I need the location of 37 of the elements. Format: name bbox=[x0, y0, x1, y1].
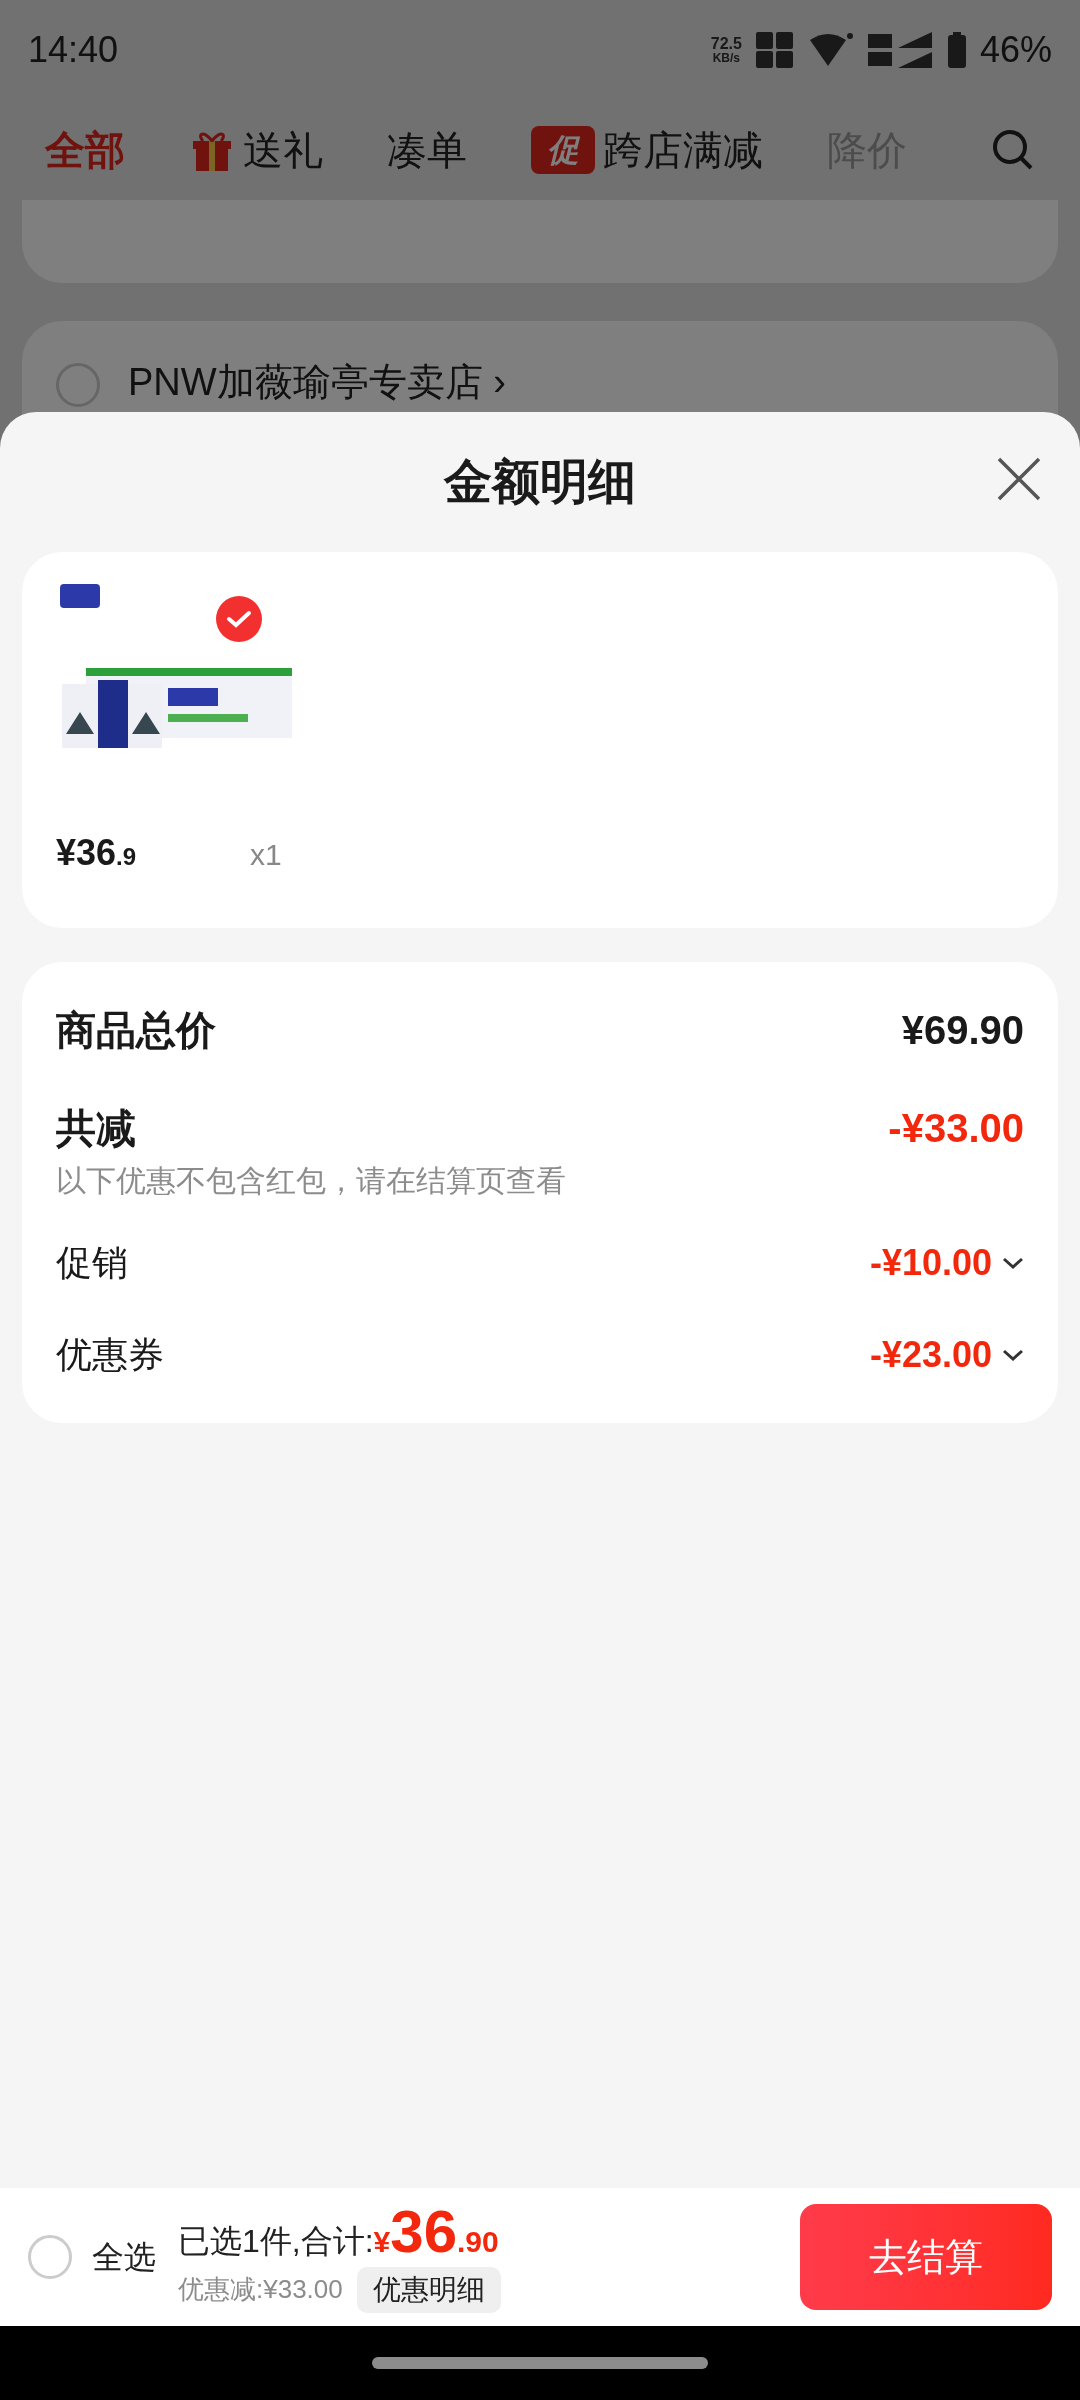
total-label: 商品总价 bbox=[56, 1007, 216, 1054]
battery-level: 46% bbox=[979, 28, 1052, 72]
status-time: 14:40 bbox=[28, 28, 119, 72]
discount-total: 优惠减:¥33.00 bbox=[178, 2273, 343, 2306]
discount-amount: -¥10.00 bbox=[869, 1241, 992, 1285]
chevron-down-icon bbox=[1002, 1348, 1024, 1362]
filter-tab[interactable]: 促 跨店满减 bbox=[531, 120, 763, 180]
filter-tab[interactable]: 全部 bbox=[45, 120, 125, 180]
search-icon[interactable] bbox=[991, 128, 1035, 172]
promo-badge: 促 bbox=[531, 126, 595, 174]
item-price: ¥36.9 bbox=[56, 831, 138, 875]
reduction-amount: -¥33.00 bbox=[888, 1105, 1024, 1152]
checkout-button[interactable]: 去结算 bbox=[800, 2204, 1052, 2310]
selected-summary: 已选1件,合计: bbox=[178, 2221, 374, 2261]
select-checkbox[interactable] bbox=[56, 363, 100, 407]
select-all-checkbox[interactable]: 全选 bbox=[28, 2233, 156, 2281]
reduction-label: 共减 bbox=[56, 1105, 136, 1152]
total-amount: ¥36.90 bbox=[373, 2201, 499, 2264]
hd-icon bbox=[755, 30, 794, 70]
discount-amount: -¥23.00 bbox=[869, 1333, 992, 1377]
filter-tab[interactable]: 凑单 bbox=[387, 120, 467, 180]
store-name[interactable]: PNW加薇瑜亭专卖店 › bbox=[128, 363, 506, 401]
network-speed: 72.5 bbox=[710, 36, 742, 52]
total-price: ¥69.90 bbox=[901, 1007, 1024, 1054]
battery-icon bbox=[947, 32, 966, 68]
discount-row[interactable]: 优惠券 -¥23.00 bbox=[56, 1327, 1024, 1383]
item-quantity: x1 bbox=[250, 837, 282, 873]
close-icon[interactable] bbox=[996, 456, 1042, 502]
filter-tab[interactable]: 送礼 bbox=[189, 120, 323, 180]
chevron-down-icon bbox=[1002, 1256, 1024, 1270]
signal-icon bbox=[867, 30, 934, 70]
sheet-title: 金额明细 bbox=[444, 454, 636, 510]
discount-details-button[interactable]: 优惠明细 bbox=[356, 2266, 501, 2313]
network-speed-unit: KB/s bbox=[712, 52, 741, 64]
discount-row[interactable]: 促销 -¥10.00 bbox=[56, 1235, 1024, 1291]
reduction-note: 以下优惠不包含红包，请在结算页查看 bbox=[56, 1163, 567, 1199]
checkmark-icon bbox=[226, 609, 252, 629]
